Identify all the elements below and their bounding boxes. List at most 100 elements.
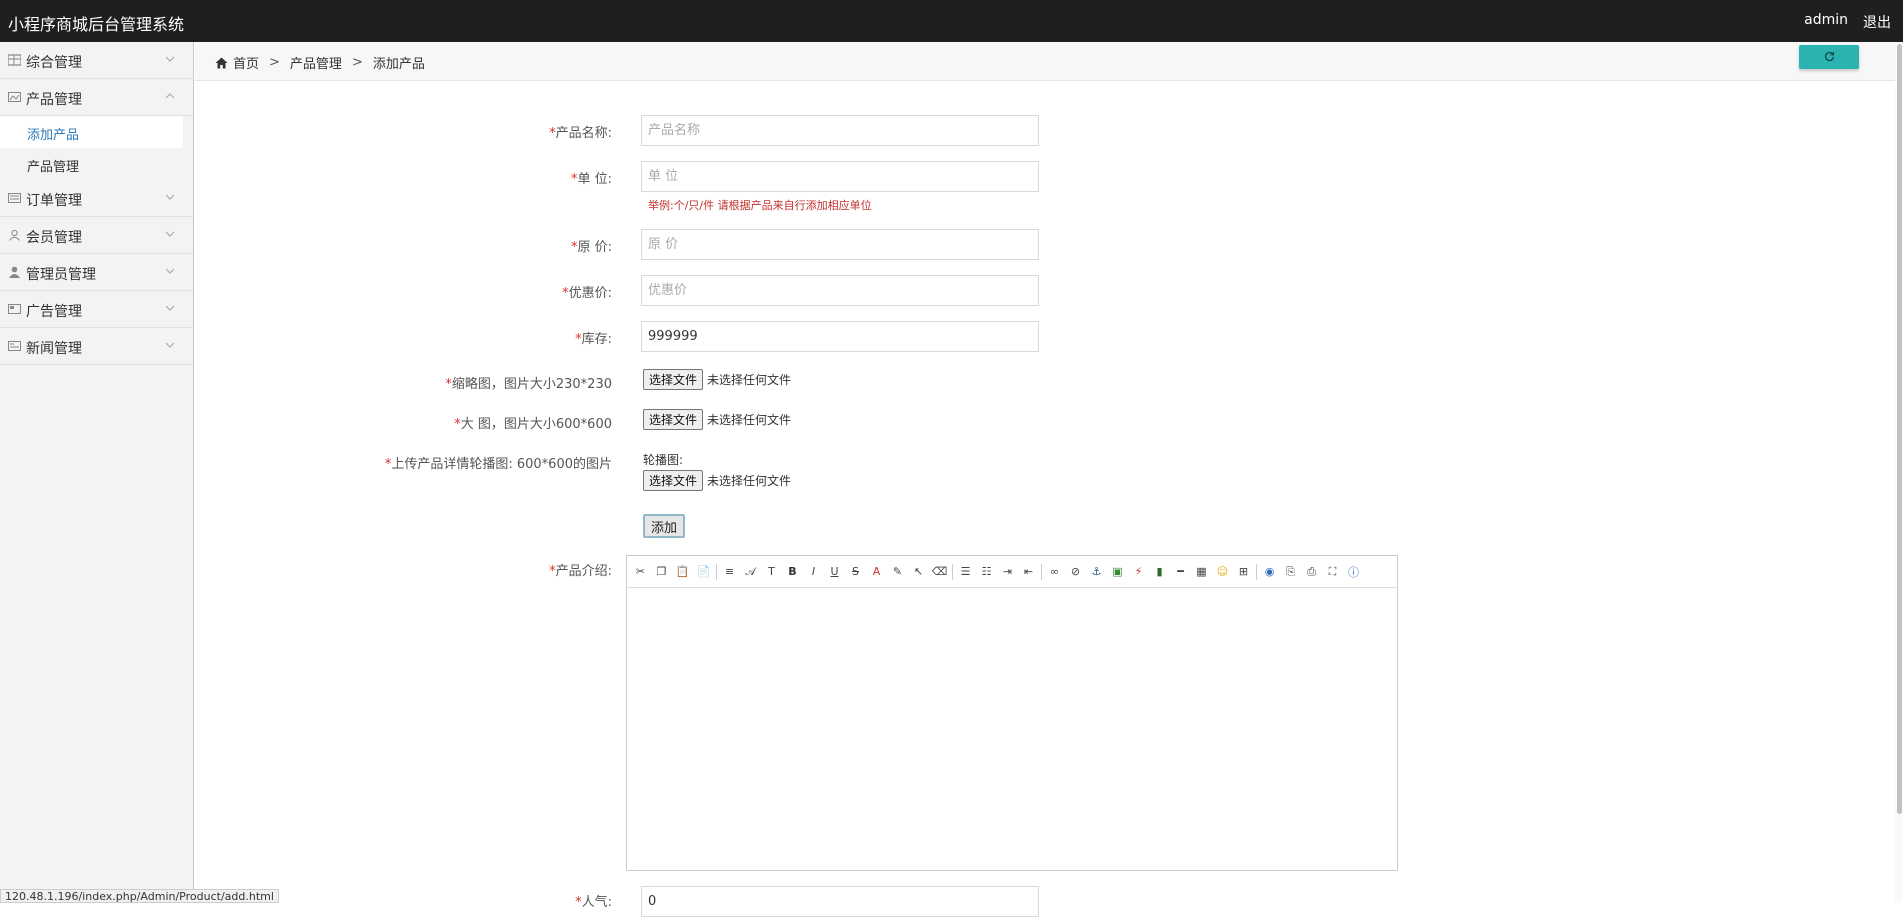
paste-icon[interactable]: 📋 <box>674 563 691 580</box>
ordered-list-icon[interactable]: ☰ <box>957 563 974 580</box>
stock-input[interactable] <box>641 321 1039 352</box>
fullscreen-icon[interactable]: ⛶ <box>1324 563 1341 580</box>
person-icon <box>9 229 20 241</box>
anchor-icon[interactable]: ⚓ <box>1088 563 1105 580</box>
image-icon[interactable]: ▣ <box>1109 563 1126 580</box>
highlight-icon[interactable]: ✎ <box>889 563 906 580</box>
breadcrumb-level2: 添加产品 <box>372 57 425 72</box>
sidebar-group-label: 管理员管理 <box>26 267 96 283</box>
product-submenu: 添加产品 产品管理 <box>0 116 193 180</box>
ad-icon <box>8 304 21 314</box>
media-icon[interactable]: ▮ <box>1151 563 1168 580</box>
eraser-icon[interactable]: ⌫ <box>931 563 948 580</box>
popularity-input[interactable] <box>641 886 1039 917</box>
form-row-price: *原 价: <box>195 229 1903 261</box>
unit-hint: 举例:个/只/件 请根据产品来自行添加相应单位 <box>648 199 872 212</box>
top-bar: 小程序商城后台管理系统 admin 退出 <box>0 0 1903 42</box>
add-carousel-button[interactable]: 添加 <box>643 514 686 538</box>
chevron-down-icon <box>165 268 175 274</box>
carousel-file-status: 未选择任何文件 <box>707 474 792 488</box>
sidebar-item-add-product[interactable]: 添加产品 <box>0 116 183 148</box>
breadcrumb-separator: > <box>351 55 363 70</box>
sidebar-group-product[interactable]: 产品管理 <box>0 79 193 116</box>
template-icon[interactable]: ⎘ <box>1282 563 1299 580</box>
align-icon[interactable]: ≡ <box>721 563 738 580</box>
select-icon[interactable]: ↖ <box>910 563 927 580</box>
unit-label: *单 位: <box>570 172 612 187</box>
indent-icon[interactable]: ⇥ <box>999 563 1016 580</box>
refresh-icon <box>1824 51 1835 62</box>
sidebar-group-member[interactable]: 会员管理 <box>0 217 193 254</box>
admin-icon <box>9 266 20 278</box>
hr-icon[interactable]: ━ <box>1172 563 1189 580</box>
bold-icon[interactable]: B <box>784 563 801 580</box>
app-title: 小程序商城后台管理系统 <box>8 15 185 34</box>
form-row-add: 添加 <box>195 514 1903 540</box>
toolbar-separator <box>716 563 717 580</box>
sidebar-item-product-manage[interactable]: 产品管理 <box>0 148 193 180</box>
price-input[interactable] <box>641 229 1039 260</box>
strikethrough-icon[interactable]: S <box>847 563 864 580</box>
sidebar-group-news[interactable]: 新闻管理 <box>0 328 193 365</box>
editor-content-area[interactable] <box>627 588 1397 870</box>
carousel-choose-file-button[interactable]: 选择文件 <box>643 470 704 491</box>
form-row-unit: *单 位: 举例:个/只/件 请根据产品来自行添加相应单位 <box>195 161 1903 219</box>
sidebar-group-admin[interactable]: 管理员管理 <box>0 254 193 291</box>
print-icon[interactable]: ⎙ <box>1303 563 1320 580</box>
link-icon[interactable]: ∞ <box>1046 563 1063 580</box>
form-row-name: *产品名称: <box>195 115 1903 147</box>
pagebreak-icon[interactable]: ⊞ <box>1235 563 1252 580</box>
font-icon[interactable]: 𝒜 <box>742 563 759 580</box>
rich-text-editor: ✂ ❐ 📋 📄 ≡ 𝒜 T B I U S A ✎ ↖ ⌫ ☰ ☷ ⇥ ⇤ ∞ ⊘ ⚓ ▣ ⚡ ▮ ━ ▦ ☺ ⊞ ◉ ⎘ ⎙ ⛶ ⓘ <box>626 555 1398 871</box>
font-size-icon[interactable]: T <box>763 563 780 580</box>
form-row-big: *大 图，图片大小600*600 选择文件 未选择任何文件 <box>195 409 1903 433</box>
sidebar-group-label: 订单管理 <box>26 193 82 209</box>
chevron-down-icon <box>165 305 175 311</box>
sidebar-group-label: 新闻管理 <box>26 341 82 357</box>
outdent-icon[interactable]: ⇤ <box>1020 563 1037 580</box>
image-icon <box>8 92 21 102</box>
unordered-list-icon[interactable]: ☷ <box>978 563 995 580</box>
breadcrumb-home[interactable]: 首页 <box>233 53 259 72</box>
breadcrumb-separator: > <box>269 55 280 70</box>
carousel-file-input: 选择文件 未选择任何文件 <box>643 470 791 491</box>
italic-icon[interactable]: I <box>805 563 822 580</box>
unit-input[interactable] <box>641 161 1039 192</box>
chevron-down-icon <box>165 342 175 348</box>
thumb-file-status: 未选择任何文件 <box>707 373 792 387</box>
form-row-popularity: *人气: <box>195 886 1903 917</box>
big-choose-file-button[interactable]: 选择文件 <box>643 409 704 430</box>
table-icon[interactable]: ▦ <box>1193 563 1210 580</box>
font-color-icon[interactable]: A <box>868 563 885 580</box>
sidebar-group-label: 会员管理 <box>26 230 82 246</box>
sidebar-group-order[interactable]: 订单管理 <box>0 180 193 217</box>
breadcrumb-level1[interactable]: 产品管理 <box>290 53 342 72</box>
emoticon-icon[interactable]: ☺ <box>1214 563 1231 580</box>
refresh-button[interactable] <box>1799 45 1859 69</box>
form-row-discount: *优惠价: <box>195 275 1903 307</box>
form-row-carousel: *上传产品详情轮播图: 600*600的图片 轮播图: 选择文件 未选择任何文件 <box>195 451 1903 495</box>
big-image-label: *大 图，图片大小600*600 <box>454 417 612 432</box>
big-file-status: 未选择任何文件 <box>707 413 792 427</box>
stock-label: *库存: <box>575 332 612 347</box>
unlink-icon[interactable]: ⊘ <box>1067 563 1084 580</box>
cut-icon[interactable]: ✂ <box>632 563 649 580</box>
underline-icon[interactable]: U <box>826 563 843 580</box>
about-icon[interactable]: ⓘ <box>1345 563 1362 580</box>
chevron-down-icon <box>165 56 175 62</box>
preview-icon[interactable]: ◉ <box>1261 563 1278 580</box>
popularity-label: *人气: <box>575 895 612 910</box>
status-bar-url: 120.48.1.196/index.php/Admin/Product/add… <box>0 889 279 903</box>
paste-text-icon[interactable]: 📄 <box>695 563 712 580</box>
copy-icon[interactable]: ❐ <box>653 563 670 580</box>
thumb-choose-file-button[interactable]: 选择文件 <box>643 369 704 390</box>
discount-input[interactable] <box>641 275 1039 306</box>
logout-link[interactable]: 退出 <box>1863 12 1891 32</box>
toolbar-separator <box>952 563 953 580</box>
editor-toolbar: ✂ ❐ 📋 📄 ≡ 𝒜 T B I U S A ✎ ↖ ⌫ ☰ ☷ ⇥ ⇤ ∞ ⊘ ⚓ ▣ ⚡ ▮ ━ ▦ ☺ ⊞ ◉ ⎘ ⎙ ⛶ ⓘ <box>627 556 1397 588</box>
sidebar-group-ad[interactable]: 广告管理 <box>0 291 193 328</box>
name-input[interactable] <box>641 115 1039 146</box>
flash-icon[interactable]: ⚡ <box>1130 563 1147 580</box>
sidebar-group-label: 广告管理 <box>26 304 82 320</box>
sidebar-group-general[interactable]: 综合管理 <box>0 42 193 79</box>
